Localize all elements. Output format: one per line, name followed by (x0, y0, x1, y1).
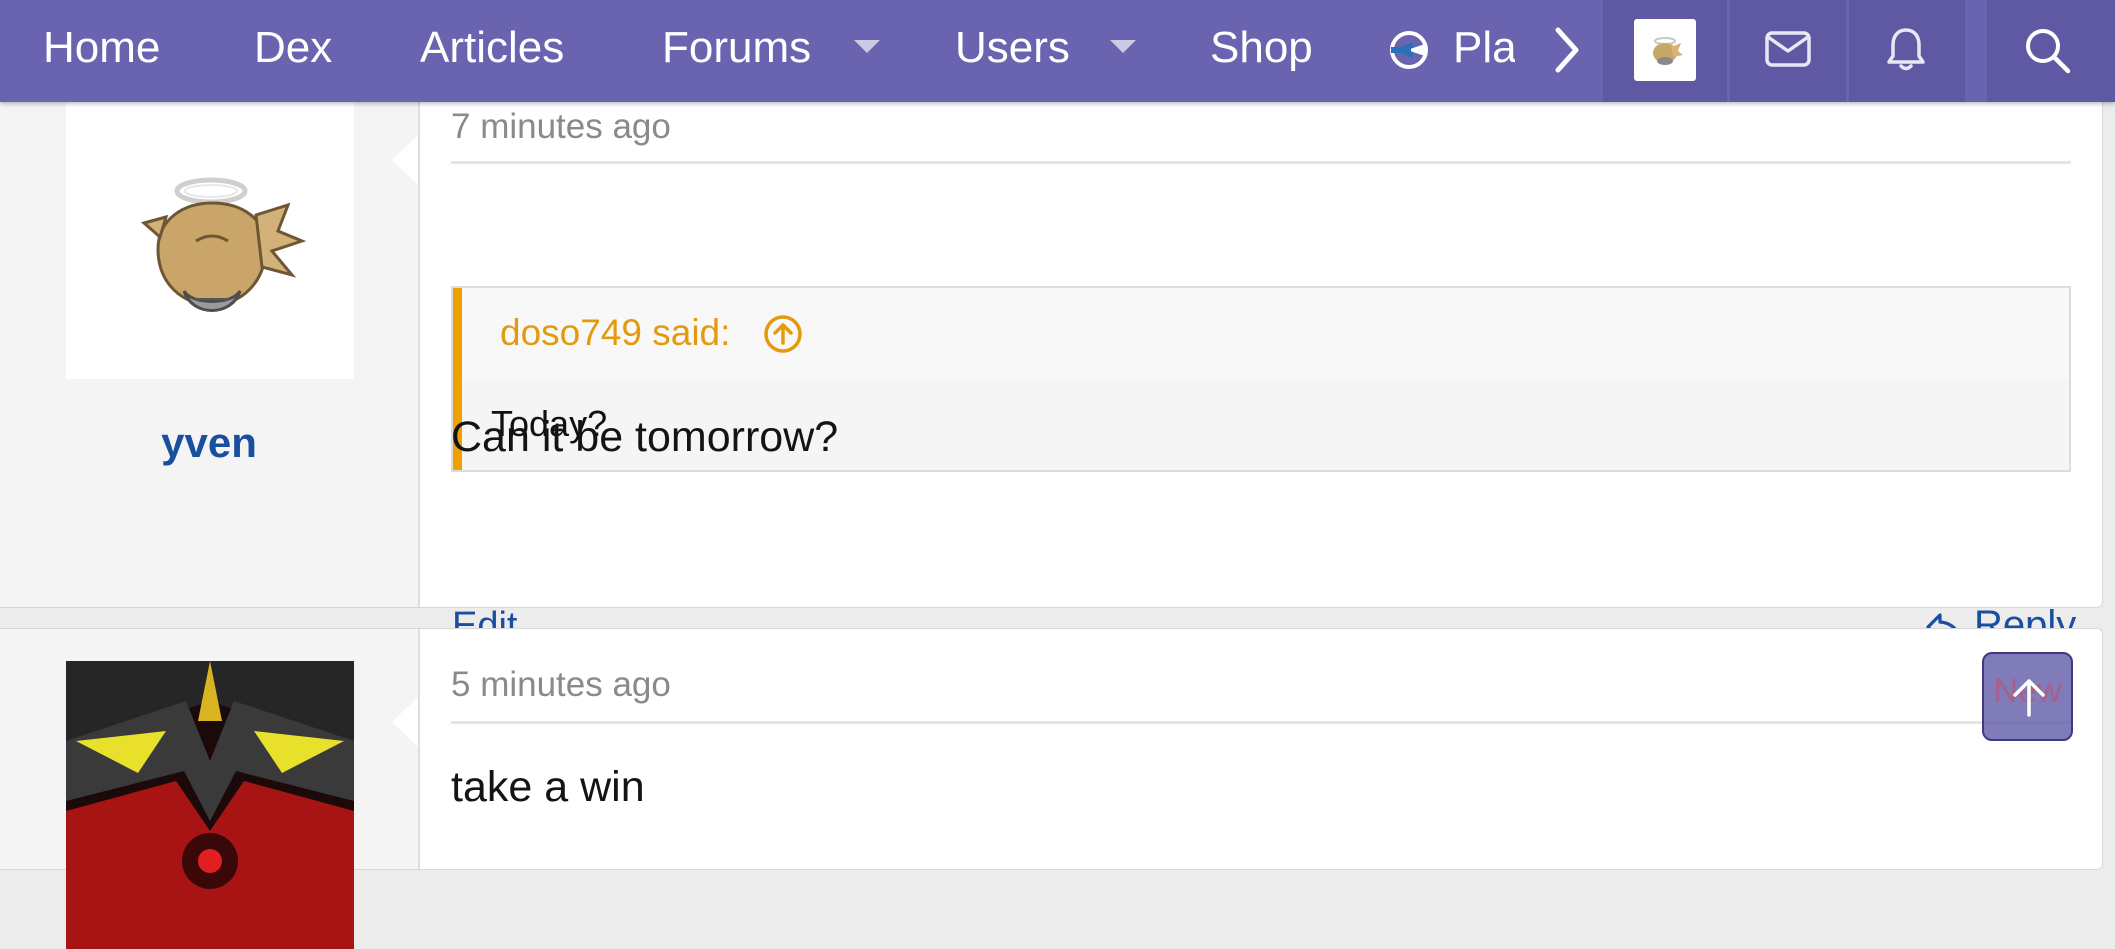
post-pointer (392, 135, 418, 185)
post-header-divider (451, 161, 2071, 164)
quote-author[interactable]: doso749 said: (500, 312, 730, 354)
nav-play[interactable]: Play (1385, 0, 1515, 102)
envelope-icon (1765, 31, 1811, 67)
post-pointer (392, 697, 418, 747)
search-button[interactable] (1987, 0, 2115, 102)
bell-icon (1887, 28, 1925, 71)
nav-scroll-right-chevron-icon[interactable] (1552, 24, 1582, 76)
shedinja-mini-icon (1653, 37, 1683, 65)
author-avatar[interactable] (66, 91, 354, 379)
scroll-to-top-button[interactable]: New (1982, 652, 2073, 741)
post: yven 7 minutes ago doso749 said: Today? … (0, 90, 2103, 647)
arrow-up-icon (2013, 679, 2045, 717)
jump-to-quote-arrow-icon[interactable] (763, 314, 803, 354)
top-navigation-bar: Home Dex Articles Forums Users Shop Play (0, 0, 2115, 102)
forums-dropdown-caret-icon[interactable] (854, 40, 880, 53)
user-avatar-image (66, 661, 354, 949)
search-icon (2026, 29, 2071, 74)
shedinja-avatar-image (140, 177, 307, 312)
nav-home[interactable]: Home (43, 0, 160, 102)
nav-forums[interactable]: Forums (662, 0, 811, 102)
post-author-column: yven (0, 91, 420, 607)
post-timestamp[interactable]: 7 minutes ago (451, 107, 671, 147)
nav-users[interactable]: Users (955, 0, 1070, 102)
nav-articles[interactable]: Articles (420, 0, 564, 102)
nav-dex[interactable]: Dex (254, 0, 332, 102)
users-dropdown-caret-icon[interactable] (1110, 40, 1136, 53)
nav-shop[interactable]: Shop (1210, 0, 1313, 102)
inbox-button[interactable] (1730, 0, 1846, 102)
account-avatar (1634, 19, 1696, 81)
quote-header: doso749 said: (462, 288, 2069, 379)
nav-play-label: Play (1453, 23, 1515, 72)
author-username[interactable]: yven (0, 419, 418, 467)
author-avatar[interactable] (66, 661, 354, 949)
post-message: Can it be tomorrow? (451, 413, 839, 461)
post: 5 minutes ago take a win (0, 628, 2103, 949)
play-logo-icon (1390, 31, 1428, 69)
post-message: take a win (451, 763, 645, 811)
post-author-column (0, 629, 420, 949)
account-avatar-button[interactable] (1603, 0, 1727, 102)
post-timestamp[interactable]: 5 minutes ago (451, 665, 671, 705)
post-header-divider (451, 721, 2071, 724)
alerts-button[interactable] (1849, 0, 1965, 102)
